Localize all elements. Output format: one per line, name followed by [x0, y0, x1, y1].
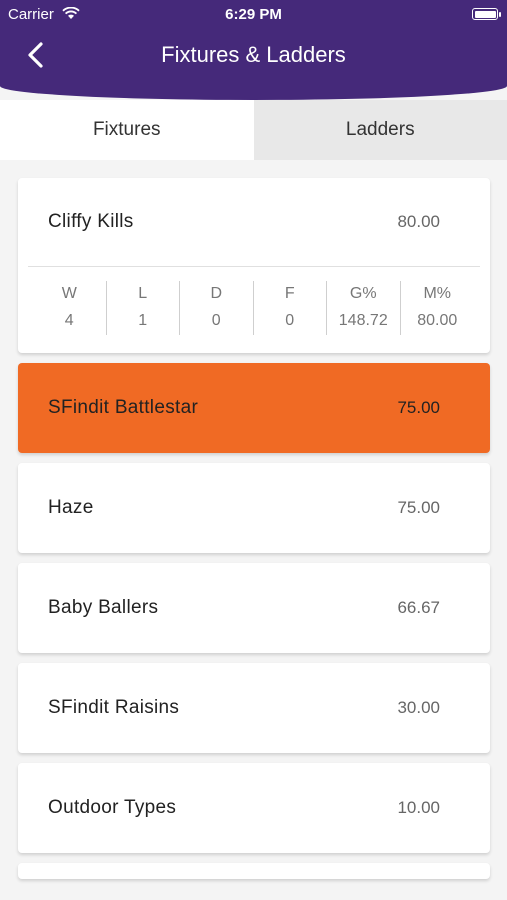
tab-ladders[interactable]: Ladders — [253, 100, 507, 160]
stat-wins: W 4 — [33, 281, 107, 335]
team-score: 10.00 — [397, 798, 440, 817]
tab-fixtures[interactable]: Fixtures — [0, 100, 254, 160]
stat-value: 80.00 — [417, 312, 458, 329]
stat-goal-percent: G% 148.72 — [327, 281, 401, 335]
status-bar: Carrier 6:29 PM — [0, 4, 507, 26]
team-name: SFindit Raisins — [48, 697, 180, 718]
stat-value: 0 — [285, 312, 295, 329]
stat-label: G% — [349, 285, 377, 302]
stat-losses: L 1 — [107, 281, 180, 335]
team-score: 75.00 — [397, 498, 440, 517]
app-header: Carrier 6:29 PM Fixtures & Ladders — [0, 0, 507, 100]
ladder-row[interactable]: Outdoor Types 10.00 — [18, 763, 490, 853]
stat-label: M% — [423, 285, 452, 302]
stat-label: W — [61, 285, 77, 302]
battery-icon — [472, 8, 501, 20]
ladder-row[interactable]: Baby Ballers 66.67 — [18, 563, 490, 653]
team-name: SFindit Battlestar — [48, 397, 199, 418]
team-name: Haze — [48, 497, 94, 518]
team-score: 75.00 — [397, 398, 440, 417]
stat-label: L — [138, 285, 148, 302]
ladder-row[interactable]: SFindit Raisins 30.00 — [18, 663, 490, 753]
team-name: Cliffy Kills — [48, 211, 134, 232]
stat-value: 1 — [138, 312, 148, 329]
ladder-list: Cliffy Kills 80.00 W 4 L 1 D 0 F 0 G% 14… — [18, 178, 490, 879]
stat-value: 0 — [211, 312, 221, 329]
stat-match-percent: M% 80.00 — [401, 281, 475, 335]
stat-forfeits: F 0 — [254, 281, 327, 335]
team-score: 66.67 — [397, 598, 440, 617]
ladder-row[interactable]: Haze 75.00 — [18, 463, 490, 553]
team-name: Baby Ballers — [48, 597, 159, 618]
stat-label: D — [210, 285, 223, 302]
stat-value: 4 — [64, 312, 74, 329]
stat-draws: D 0 — [180, 281, 254, 335]
status-time: 6:29 PM — [225, 6, 282, 23]
tab-bar: Fixtures Ladders — [0, 100, 507, 160]
team-score: 80.00 — [397, 212, 440, 231]
stat-value: 148.72 — [338, 312, 388, 329]
team-score: 30.00 — [397, 698, 440, 717]
team-name: Outdoor Types — [48, 797, 177, 818]
ladder-row-partial[interactable] — [18, 863, 490, 879]
ladder-row-highlighted[interactable]: SFindit Battlestar 75.00 — [18, 363, 490, 453]
stat-label: F — [284, 285, 295, 302]
ladder-row[interactable]: Cliffy Kills 80.00 W 4 L 1 D 0 F 0 G% 14… — [18, 178, 490, 353]
page-title: Fixtures & Ladders — [161, 42, 346, 67]
team-stats: W 4 L 1 D 0 F 0 G% 148.72 M% 80.00 — [18, 267, 490, 353]
